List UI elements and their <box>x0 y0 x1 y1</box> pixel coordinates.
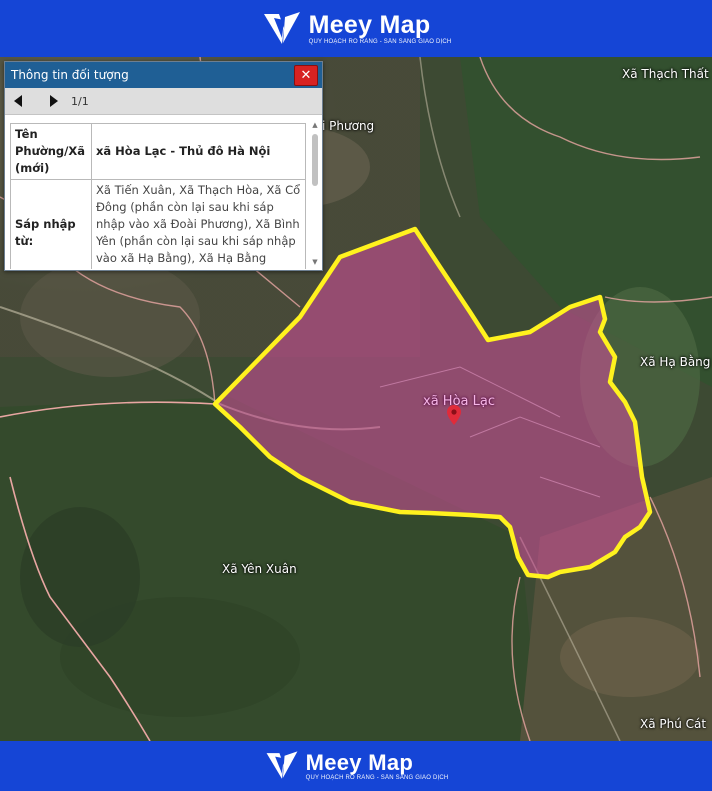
brand-name: Meey Map <box>308 10 431 39</box>
vertical-scrollbar[interactable]: ▲ ▼ <box>310 120 320 267</box>
row-value: xã Hòa Lạc - Thủ đô Hà Nội <box>91 123 306 180</box>
bottom-brand-bar: Meey Map QUY HOẠCH RÕ RÀNG - SẴN SÀNG GI… <box>0 741 712 791</box>
scroll-down-icon[interactable]: ▼ <box>310 257 320 267</box>
brand-tagline: QUY HOẠCH RÕ RÀNG - SẴN SÀNG GIAO DỊCH <box>308 38 452 45</box>
meey-map-logo-icon <box>266 751 298 779</box>
brand-tagline: QUY HOẠCH RÕ RÀNG - SẴN SÀNG GIAO DỊCH <box>305 774 449 781</box>
scroll-track[interactable] <box>310 130 320 257</box>
scroll-up-icon[interactable]: ▲ <box>310 120 320 130</box>
map-pin-icon[interactable] <box>447 405 461 425</box>
prev-button[interactable] <box>5 89 31 113</box>
info-table: Tên Phường/Xã (mới) xã Hòa Lạc - Thủ đô … <box>10 123 306 269</box>
label-xa-yen-xuan: Xã Yên Xuân <box>222 562 297 576</box>
next-button[interactable] <box>41 89 67 113</box>
close-button[interactable]: ✕ <box>294 65 318 86</box>
row-label: Tên Phường/Xã (mới) <box>10 123 92 180</box>
info-table-container: Tên Phường/Xã (mới) xã Hòa Lạc - Thủ đô … <box>10 123 306 269</box>
label-xa-ha-bang: Xã Hạ Bằng <box>640 355 711 369</box>
close-icon: ✕ <box>300 68 312 83</box>
panel-header: Thông tin đối tượng ✕ <box>5 62 322 88</box>
label-xa-phu-cat: Xã Phú Cát <box>640 717 707 731</box>
scroll-thumb[interactable] <box>312 134 318 186</box>
panel-title: Thông tin đối tượng <box>11 68 129 82</box>
triangle-left-icon <box>14 95 22 107</box>
brand-logo-group[interactable]: Meey Map QUY HOẠCH RÕ RÀNG - SẴN SÀNG GI… <box>261 8 452 50</box>
brand-name: Meey Map <box>305 749 414 775</box>
top-brand-bar: Meey Map QUY HOẠCH RÕ RÀNG - SẴN SÀNG GI… <box>0 0 712 57</box>
table-row: Sáp nhập từ: Xã Tiến Xuân, Xã Thạch Hòa,… <box>10 179 306 269</box>
row-label: Sáp nhập từ: <box>10 179 92 269</box>
label-xa-thach-that: Xã Thạch Thất <box>622 67 709 81</box>
row-value: Xã Tiến Xuân, Xã Thạch Hòa, Xã Cổ Đông (… <box>91 179 306 269</box>
object-info-panel: Thông tin đối tượng ✕ 1/1 Tên Phường/Xã … <box>4 61 323 271</box>
pager: 1/1 <box>5 88 322 115</box>
triangle-right-icon <box>50 95 58 107</box>
page-indicator: 1/1 <box>71 94 89 108</box>
panel-body[interactable]: Tên Phường/Xã (mới) xã Hòa Lạc - Thủ đô … <box>5 117 322 269</box>
brand-logo-group-bottom[interactable]: Meey Map QUY HOẠCH RÕ RÀNG - SẴN SÀNG GI… <box>264 748 449 784</box>
table-row: Tên Phường/Xã (mới) xã Hòa Lạc - Thủ đô … <box>10 123 306 180</box>
meey-map-logo-icon <box>263 11 300 44</box>
label-doai-phuong: i Phương <box>322 119 375 133</box>
